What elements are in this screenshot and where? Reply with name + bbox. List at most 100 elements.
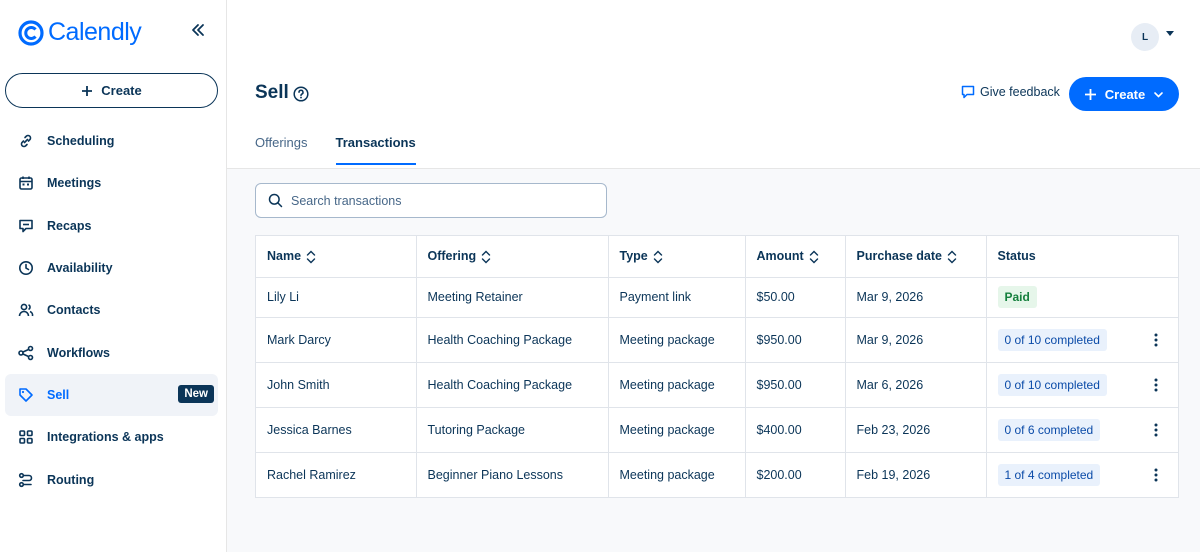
sidebar: Calendly Create Scheduling Meetings Reca… bbox=[0, 0, 227, 552]
sidebar-item-label: Recaps bbox=[47, 218, 92, 233]
status-badge: 0 of 10 completed bbox=[997, 373, 1107, 396]
table-row[interactable]: John Smith Health Coaching Package Meeti… bbox=[256, 362, 1178, 408]
status-badge: 0 of 10 completed bbox=[997, 328, 1107, 351]
recap-icon bbox=[19, 219, 33, 233]
cell-name: Mark Darcy bbox=[256, 317, 417, 363]
plus-icon bbox=[82, 85, 93, 96]
column-header-amount[interactable]: Amount bbox=[745, 236, 846, 278]
sidebar-item-integrations[interactable]: Integrations & apps bbox=[0, 416, 227, 458]
sidebar-create-label: Create bbox=[101, 83, 142, 98]
sidebar-item-label: Meetings bbox=[47, 176, 102, 191]
calendly-logo[interactable]: Calendly bbox=[18, 18, 142, 47]
search-icon bbox=[268, 193, 283, 208]
give-feedback-link[interactable]: Give feedback bbox=[961, 85, 1060, 99]
tab-offerings[interactable]: Offerings bbox=[255, 135, 308, 165]
cell-status: 1 of 4 completed bbox=[986, 452, 1178, 497]
more-options-icon[interactable] bbox=[1148, 332, 1164, 348]
plus-icon bbox=[1084, 88, 1096, 100]
tabs: Offerings Transactions bbox=[255, 135, 416, 165]
cell-offering: Health Coaching Package bbox=[416, 317, 609, 363]
table-row[interactable]: Jessica Barnes Tutoring Package Meeting … bbox=[256, 407, 1178, 453]
sidebar-item-label: Routing bbox=[47, 472, 95, 487]
cell-name: John Smith bbox=[256, 362, 417, 408]
create-button[interactable]: Create bbox=[1069, 77, 1179, 111]
sort-icon[interactable] bbox=[481, 250, 491, 264]
cell-offering: Beginner Piano Lessons bbox=[416, 452, 609, 497]
sort-icon[interactable] bbox=[306, 250, 316, 264]
table-row[interactable]: Lily Li Meeting Retainer Payment link $5… bbox=[256, 277, 1178, 318]
cell-purchase-date: Mar 6, 2026 bbox=[845, 362, 987, 408]
new-badge: New bbox=[178, 384, 214, 403]
cell-offering: Tutoring Package bbox=[416, 407, 609, 453]
brand-name: Calendly bbox=[48, 18, 142, 46]
sidebar-item-contacts[interactable]: Contacts bbox=[0, 289, 227, 331]
column-header-name[interactable]: Name bbox=[256, 236, 417, 278]
more-options-icon[interactable] bbox=[1148, 467, 1164, 483]
calendly-logo-icon bbox=[18, 19, 44, 46]
collapse-sidebar-icon[interactable] bbox=[188, 20, 208, 40]
column-header-purchase-date[interactable]: Purchase date bbox=[845, 236, 987, 278]
cell-type: Meeting package bbox=[608, 362, 746, 408]
cell-offering: Meeting Retainer bbox=[416, 277, 609, 318]
cell-purchase-date: Feb 23, 2026 bbox=[845, 407, 987, 453]
sidebar-item-routing[interactable]: Routing bbox=[0, 458, 227, 500]
sidebar-item-label: Contacts bbox=[47, 303, 101, 318]
cell-status: Paid bbox=[986, 277, 1178, 318]
clock-icon bbox=[19, 261, 33, 276]
tab-transactions[interactable]: Transactions bbox=[335, 135, 416, 165]
sort-icon[interactable] bbox=[809, 250, 819, 264]
status-badge: 1 of 4 completed bbox=[997, 463, 1101, 486]
cell-amount: $200.00 bbox=[745, 452, 846, 497]
column-header-offering[interactable]: Offering bbox=[416, 236, 609, 278]
sidebar-item-scheduling[interactable]: Scheduling bbox=[0, 120, 227, 162]
sort-icon[interactable] bbox=[653, 250, 663, 264]
sidebar-item-label: Workflows bbox=[47, 345, 110, 360]
workflow-icon bbox=[18, 345, 34, 360]
cell-amount: $400.00 bbox=[745, 407, 846, 453]
cell-offering: Health Coaching Package bbox=[416, 362, 609, 408]
search-box[interactable] bbox=[255, 183, 607, 218]
cell-type: Payment link bbox=[608, 277, 746, 318]
sidebar-item-sell[interactable]: Sell New bbox=[5, 373, 218, 417]
sidebar-nav: Scheduling Meetings Recaps Availability … bbox=[0, 120, 227, 501]
help-icon[interactable] bbox=[293, 86, 309, 102]
sidebar-item-availability[interactable]: Availability bbox=[0, 247, 227, 289]
cell-type: Meeting package bbox=[608, 407, 746, 453]
column-header-label: Status bbox=[997, 249, 1036, 264]
cell-type: Meeting package bbox=[608, 317, 746, 363]
sort-icon[interactable] bbox=[947, 250, 957, 264]
grid-icon bbox=[19, 430, 33, 445]
column-header-label: Amount bbox=[756, 248, 804, 263]
column-header-status: Status bbox=[986, 236, 1178, 278]
table-row[interactable]: Rachel Ramirez Beginner Piano Lessons Me… bbox=[256, 452, 1178, 497]
more-options-icon[interactable] bbox=[1148, 422, 1164, 438]
sidebar-item-recaps[interactable]: Recaps bbox=[0, 205, 227, 247]
link-icon bbox=[20, 134, 32, 148]
sidebar-item-label: Scheduling bbox=[47, 134, 115, 149]
people-icon bbox=[18, 303, 34, 317]
table-row[interactable]: Mark Darcy Health Coaching Package Meeti… bbox=[256, 317, 1178, 363]
account-menu-caret-icon[interactable] bbox=[1166, 31, 1174, 36]
search-input[interactable] bbox=[291, 193, 591, 208]
sidebar-item-workflows[interactable]: Workflows bbox=[0, 331, 227, 373]
sidebar-create-button[interactable]: Create bbox=[5, 73, 218, 108]
page-title: Sell bbox=[255, 82, 289, 103]
more-options-icon[interactable] bbox=[1148, 377, 1164, 393]
avatar[interactable]: L bbox=[1131, 23, 1159, 51]
column-header-label: Name bbox=[267, 248, 302, 263]
cell-purchase-date: Mar 9, 2026 bbox=[845, 317, 987, 363]
cell-amount: $950.00 bbox=[745, 317, 846, 363]
create-button-label: Create bbox=[1104, 86, 1146, 102]
cell-status: 0 of 10 completed bbox=[986, 317, 1178, 363]
status-badge: 0 of 6 completed bbox=[997, 418, 1101, 441]
cell-purchase-date: Feb 19, 2026 bbox=[845, 452, 987, 497]
calendar-icon bbox=[19, 176, 33, 191]
cell-type: Meeting package bbox=[608, 452, 746, 497]
sidebar-item-label: Sell bbox=[47, 387, 70, 402]
cell-amount: $950.00 bbox=[745, 362, 846, 408]
cell-amount: $50.00 bbox=[745, 277, 846, 318]
column-header-type[interactable]: Type bbox=[608, 236, 746, 278]
cell-status: 0 of 10 completed bbox=[986, 362, 1178, 408]
cell-name: Lily Li bbox=[256, 277, 417, 318]
sidebar-item-meetings[interactable]: Meetings bbox=[0, 162, 227, 204]
